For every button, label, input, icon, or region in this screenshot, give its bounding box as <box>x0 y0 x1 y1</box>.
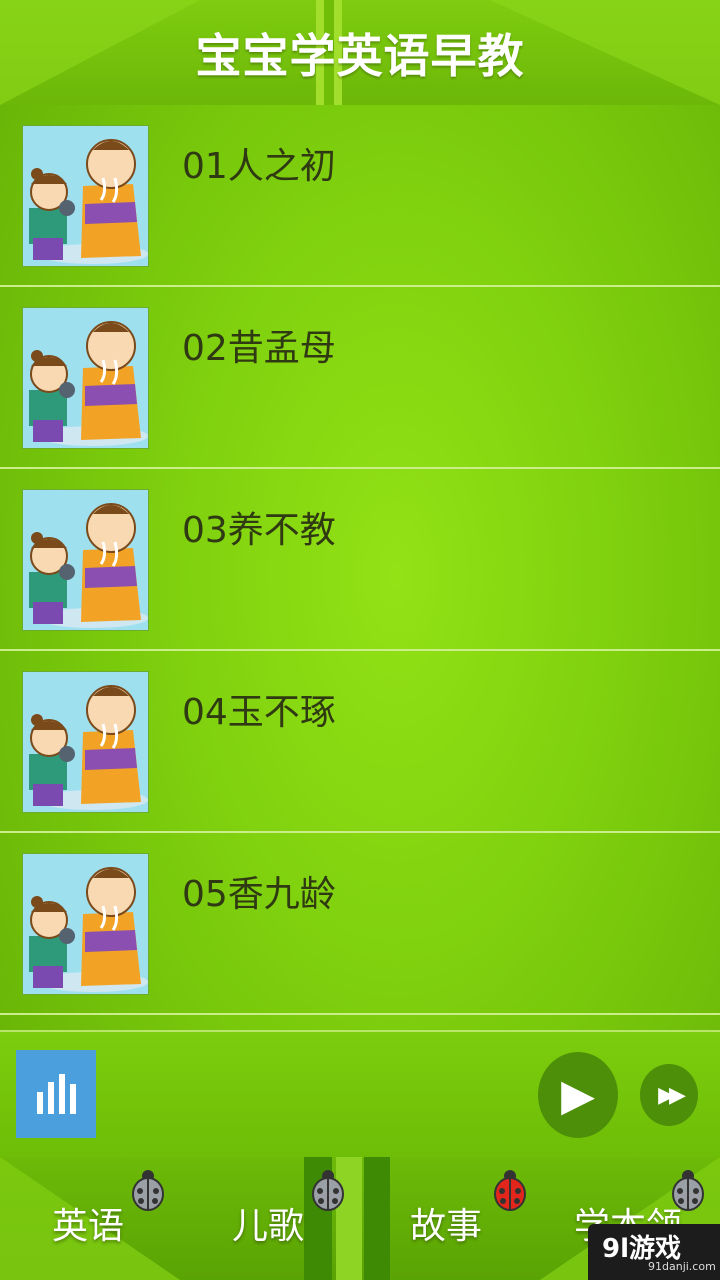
lesson-title: 05香九龄 <box>182 874 336 915</box>
equalizer-bar <box>36 1092 43 1114</box>
tab-stories[interactable]: 故事 <box>360 1157 540 1280</box>
title-bar: 宝宝学英语早教 <box>0 0 720 105</box>
equalizer-bar <box>58 1074 65 1114</box>
teacher-child-illustration <box>23 672 148 812</box>
lesson-row[interactable]: 05香九龄 <box>0 833 720 1015</box>
lesson-row[interactable]: 01人之初 <box>0 105 720 287</box>
tab-english[interactable]: 英语 <box>0 1157 180 1280</box>
fast-forward-icon: ▶▶ <box>658 1082 686 1108</box>
watermark-url: 91danji.com <box>648 1260 716 1273</box>
watermark: 9l游戏 91danji.com <box>588 1224 720 1280</box>
lesson-thumbnail <box>22 853 149 995</box>
lesson-row[interactable]: 02昔孟母 <box>0 287 720 469</box>
lesson-title: 02昔孟母 <box>182 328 336 369</box>
teacher-child-illustration <box>23 490 148 630</box>
lesson-thumbnail <box>22 307 149 449</box>
tab-label: 英语 <box>52 1206 125 1247</box>
lesson-row[interactable]: 03养不教 <box>0 469 720 651</box>
equalizer-bar <box>69 1084 76 1114</box>
equalizer-bar <box>47 1082 54 1114</box>
tab-label: 故事 <box>410 1206 483 1247</box>
lesson-title: 04玉不琢 <box>182 692 336 733</box>
lesson-row[interactable]: 04玉不琢 <box>0 651 720 833</box>
play-icon: ▶ <box>561 1069 595 1121</box>
lesson-thumbnail <box>22 671 149 813</box>
ladybug-icon <box>312 1170 344 1211</box>
teacher-child-illustration <box>23 854 148 994</box>
ladybug-icon <box>672 1170 704 1211</box>
ladybug-icon <box>132 1170 164 1211</box>
player-bar: ▶ ▶▶ <box>0 1030 720 1157</box>
tab-songs[interactable]: 儿歌 <box>180 1157 360 1280</box>
play-button[interactable]: ▶ <box>538 1052 618 1138</box>
tab-label: 儿歌 <box>232 1206 305 1247</box>
teacher-child-illustration <box>23 126 148 266</box>
equalizer-icon[interactable] <box>16 1050 96 1138</box>
teacher-child-illustration <box>23 308 148 448</box>
lesson-list: 01人之初 02昔孟母 03养不教 04玉不琢 05香九龄 <box>0 105 720 1015</box>
fast-forward-button[interactable]: ▶▶ <box>640 1064 698 1126</box>
ladybug-icon <box>494 1170 526 1211</box>
lesson-title: 03养不教 <box>182 510 336 551</box>
lesson-thumbnail <box>22 489 149 631</box>
lesson-title: 01人之初 <box>182 146 336 187</box>
app-title: 宝宝学英语早教 <box>195 29 525 83</box>
lesson-thumbnail <box>22 125 149 267</box>
